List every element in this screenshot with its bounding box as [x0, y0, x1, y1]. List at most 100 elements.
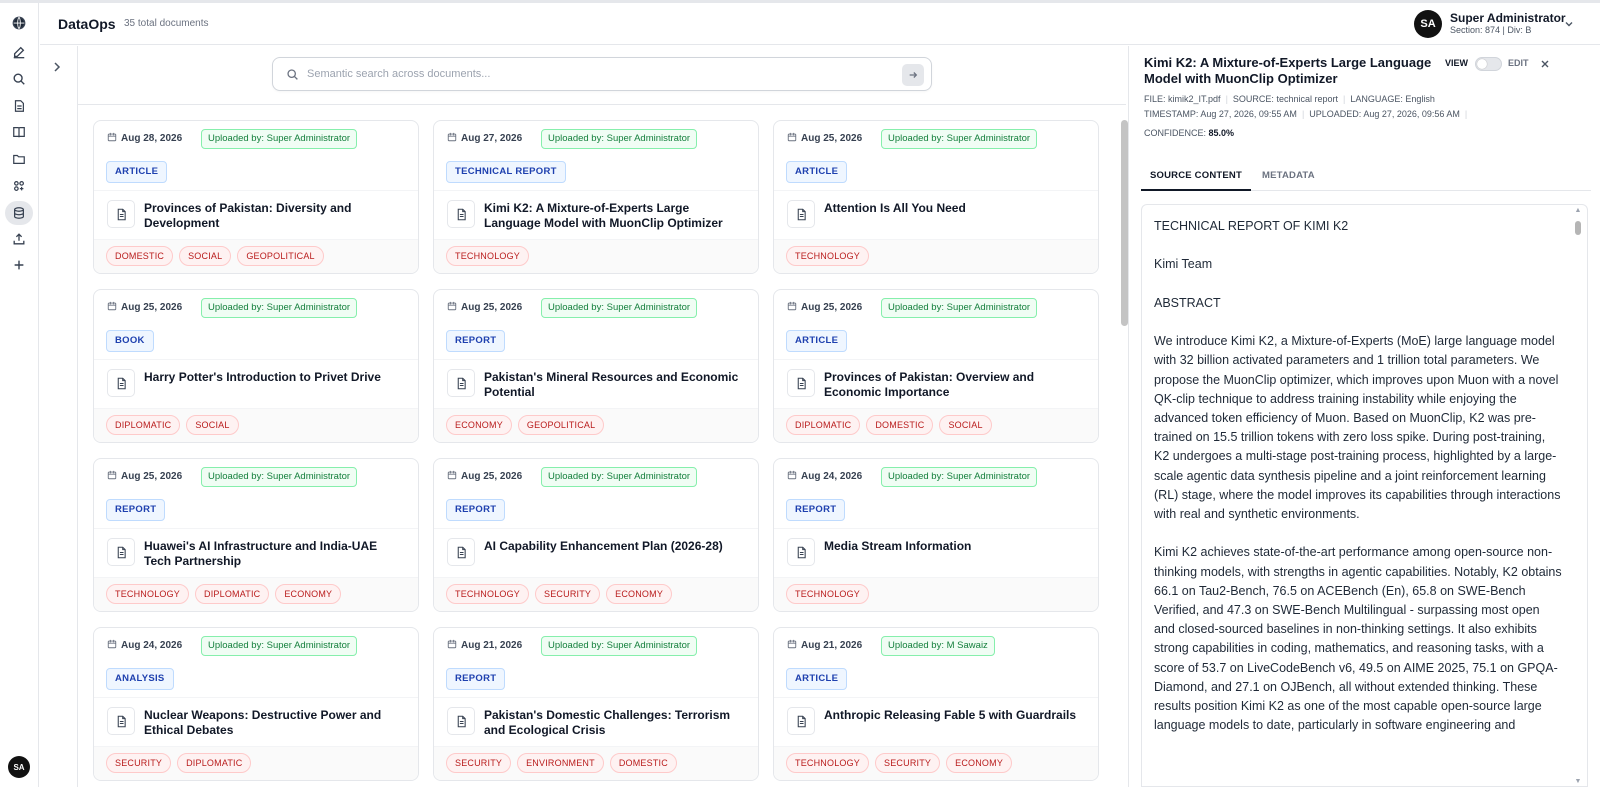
- category-tag[interactable]: SOCIAL: [179, 246, 232, 266]
- rail-avatar[interactable]: SA: [8, 756, 30, 778]
- search-icon[interactable]: [9, 69, 29, 89]
- document-type-badge: REPORT: [786, 499, 846, 521]
- category-tag[interactable]: GEOPOLITICAL: [237, 246, 324, 266]
- content-scrollbar[interactable]: ▲ ▼: [1574, 207, 1582, 785]
- database-icon[interactable]: [5, 201, 33, 225]
- content-paragraph: ABSTRACT: [1154, 295, 1221, 310]
- app-brand[interactable]: DataOps: [58, 16, 116, 32]
- document-type-badge: ARTICLE: [106, 161, 168, 183]
- category-tag[interactable]: SECURITY: [535, 584, 601, 604]
- category-tag[interactable]: SECURITY: [875, 753, 941, 773]
- content-paragraph: TECHNICAL REPORT OF KIMI K2: [1154, 219, 1349, 233]
- category-tag[interactable]: ENVIRONMENT: [517, 753, 604, 773]
- search-submit-button[interactable]: [902, 64, 924, 86]
- confidence-label: CONFIDENCE:: [1144, 128, 1207, 138]
- search-input[interactable]: Semantic search across documents...: [307, 68, 490, 80]
- card-date-text: Aug 21, 2026: [461, 640, 523, 651]
- category-tag[interactable]: SECURITY: [106, 753, 172, 773]
- logo-globe-icon[interactable]: [9, 13, 29, 33]
- card-title[interactable]: Provinces of Pakistan: Overview and Econ…: [824, 370, 1086, 400]
- document-icon: [447, 369, 475, 397]
- edit-icon[interactable]: [9, 42, 29, 62]
- document-list-panel: Semantic search across documents... Aug …: [77, 46, 1128, 787]
- card-date: Aug 24, 2026: [107, 639, 182, 652]
- chevron-right-icon[interactable]: [49, 59, 65, 75]
- category-tag[interactable]: DIPLOMATIC: [786, 415, 861, 435]
- document-card[interactable]: Aug 25, 2026 Uploaded by: Super Administr…: [773, 289, 1099, 443]
- card-date-text: Aug 25, 2026: [801, 302, 863, 313]
- content-scrollbar-thumb[interactable]: [1575, 221, 1581, 235]
- category-tag[interactable]: TECHNOLOGY: [446, 584, 530, 604]
- document-card[interactable]: Aug 24, 2026 Uploaded by: Super Administr…: [773, 458, 1099, 612]
- timestamp-value: Aug 27, 2026, 09:55 AM: [1200, 109, 1297, 119]
- category-tag[interactable]: SECURITY: [446, 753, 512, 773]
- meta-row-3: CONFIDENCE: 85.0%: [1144, 128, 1234, 138]
- category-tag[interactable]: DOMESTIC: [106, 246, 174, 266]
- document-card[interactable]: Aug 25, 2026 Uploaded by: Super Administr…: [773, 120, 1099, 274]
- document-card[interactable]: Aug 27, 2026 Uploaded by: Super Administr…: [433, 120, 759, 274]
- document-card[interactable]: Aug 24, 2026 Uploaded by: Super Administr…: [93, 627, 419, 781]
- category-tag[interactable]: ECONOMY: [606, 584, 673, 604]
- document-type-badge: ARTICLE: [786, 330, 848, 352]
- document-card[interactable]: Aug 21, 2026 Uploaded by: M Sawaiz ARTICLE…: [773, 627, 1099, 781]
- tab-metadata[interactable]: METADATA: [1262, 161, 1315, 191]
- upload-icon[interactable]: [9, 229, 29, 249]
- folder-icon[interactable]: [9, 149, 29, 169]
- user-name[interactable]: Super Administrator: [1450, 11, 1566, 25]
- category-tag[interactable]: DIPLOMATIC: [195, 584, 270, 604]
- uploader-badge: Uploaded by: Super Administrator: [201, 298, 358, 318]
- scroll-up-icon[interactable]: ▲: [1574, 207, 1582, 214]
- card-title[interactable]: Anthropic Releasing Fable 5 with Guardra…: [824, 708, 1086, 723]
- category-tag[interactable]: DIPLOMATIC: [177, 753, 252, 773]
- category-tag[interactable]: TECHNOLOGY: [786, 584, 870, 604]
- tab-source-content[interactable]: SOURCE CONTENT: [1141, 161, 1251, 191]
- card-title[interactable]: Harry Potter's Introduction to Privet Dr…: [144, 370, 406, 385]
- apps-icon[interactable]: [9, 176, 29, 196]
- category-tag[interactable]: TECHNOLOGY: [786, 753, 870, 773]
- category-tag[interactable]: DOMESTIC: [609, 753, 677, 773]
- category-tag[interactable]: DOMESTIC: [866, 415, 934, 435]
- search-bar[interactable]: Semantic search across documents...: [272, 57, 932, 91]
- card-title[interactable]: Media Stream Information: [824, 539, 1086, 554]
- category-tag[interactable]: ECONOMY: [946, 753, 1013, 773]
- category-tag[interactable]: TECHNOLOGY: [106, 584, 190, 604]
- category-tag[interactable]: ECONOMY: [275, 584, 342, 604]
- category-tag[interactable]: SOCIAL: [939, 415, 992, 435]
- user-avatar[interactable]: SA: [1414, 10, 1442, 38]
- card-title[interactable]: Attention Is All You Need: [824, 201, 1086, 216]
- view-edit-toggle[interactable]: [1475, 57, 1502, 71]
- card-title[interactable]: Pakistan's Mineral Resources and Economi…: [484, 370, 746, 400]
- document-card[interactable]: Aug 25, 2026 Uploaded by: Super Administr…: [433, 289, 759, 443]
- document-icon: [787, 200, 815, 228]
- card-title[interactable]: Kimi K2: A Mixture-of-Experts Large Lang…: [484, 201, 746, 231]
- document-card[interactable]: Aug 21, 2026 Uploaded by: Super Administr…: [433, 627, 759, 781]
- source-content-box[interactable]: TECHNICAL REPORT OF KIMI K2 Kimi Team AB…: [1141, 204, 1588, 787]
- category-tag[interactable]: GEOPOLITICAL: [517, 415, 605, 435]
- chevron-down-icon[interactable]: [1563, 18, 1575, 30]
- category-tag[interactable]: SOCIAL: [186, 415, 239, 435]
- category-tag[interactable]: TECHNOLOGY: [786, 246, 870, 266]
- document-list-scrollbar[interactable]: [1121, 120, 1128, 784]
- book-icon[interactable]: [9, 122, 29, 142]
- card-title[interactable]: Huawei's AI Infrastructure and India-UAE…: [144, 539, 406, 569]
- tag-row: SECURITY ENVIRONMENT DOMESTIC: [434, 746, 758, 780]
- calendar-icon: [787, 470, 797, 483]
- scrollbar-thumb[interactable]: [1121, 120, 1128, 326]
- card-title[interactable]: Provinces of Pakistan: Diversity and Dev…: [144, 201, 406, 231]
- close-icon[interactable]: [1539, 58, 1551, 70]
- document-card[interactable]: Aug 28, 2026 Uploaded by: Super Administr…: [93, 120, 419, 274]
- plus-icon[interactable]: [9, 255, 29, 275]
- card-title[interactable]: AI Capability Enhancement Plan (2026-28): [484, 539, 746, 554]
- category-tag[interactable]: DIPLOMATIC: [106, 415, 181, 435]
- documents-icon[interactable]: [9, 96, 29, 116]
- uploader-badge: Uploaded by: M Sawaiz: [881, 636, 995, 656]
- category-tag[interactable]: ECONOMY: [446, 415, 512, 435]
- category-tag[interactable]: TECHNOLOGY: [446, 246, 530, 266]
- document-card[interactable]: Aug 25, 2026 Uploaded by: Super Administr…: [93, 289, 419, 443]
- calendar-icon: [787, 639, 797, 652]
- card-title[interactable]: Nuclear Weapons: Destructive Power and E…: [144, 708, 406, 738]
- scroll-down-icon[interactable]: ▼: [1574, 778, 1582, 785]
- document-card[interactable]: Aug 25, 2026 Uploaded by: Super Administr…: [433, 458, 759, 612]
- card-title[interactable]: Pakistan's Domestic Challenges: Terroris…: [484, 708, 746, 738]
- document-card[interactable]: Aug 25, 2026 Uploaded by: Super Administr…: [93, 458, 419, 612]
